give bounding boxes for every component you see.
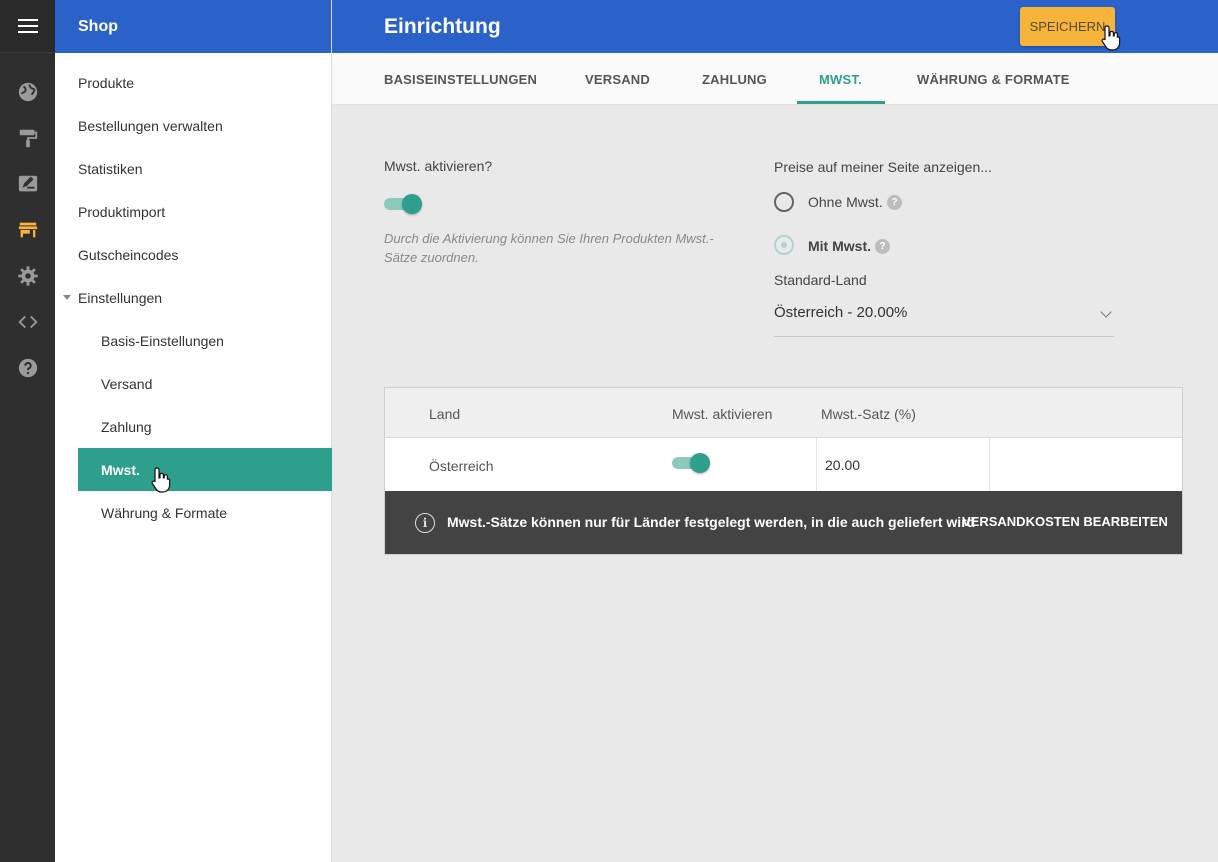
column-header-mwst-aktivieren: Mwst. aktivieren [672, 406, 773, 422]
hand-cursor-icon [151, 467, 171, 493]
vat-table: Land Mwst. aktivieren Mwst.-Satz (%) Öst… [384, 387, 1183, 555]
toggle-thumb [690, 453, 710, 473]
sidebar-item-label: Produkte [78, 74, 135, 91]
vat-enable-hint: Durch die Aktivierung können Sie Ihren P… [384, 231, 714, 265]
help-icon[interactable]: ? [875, 239, 890, 254]
default-country-label: Standard-Land [774, 272, 867, 288]
tab-mwst[interactable]: MWST. [819, 53, 862, 105]
row-country: Österreich [429, 458, 494, 474]
tab-bar: BASISEINSTELLUNGEN VERSAND ZAHLUNG MWST.… [332, 53, 1218, 105]
default-country-value: Österreich - 20.00% [774, 304, 908, 321]
top-bar: Einrichtung SPEICHERN [332, 0, 1218, 53]
chevron-down-icon [1100, 306, 1112, 318]
default-country-select[interactable]: Österreich - 20.00% [774, 298, 1114, 337]
tab-basiseinstellungen[interactable]: BASISEINSTELLUNGEN [384, 53, 537, 105]
sidebar-item-label: Gutscheincodes [78, 246, 179, 263]
sidebar-item-produktimport[interactable]: Produktimport [55, 190, 332, 233]
radio-mit-mwst-label[interactable]: Mit Mwst. [808, 238, 871, 254]
active-tab-indicator [797, 101, 885, 104]
column-header-land: Land [429, 406, 461, 422]
sidebar-item-label: Bestellungen verwalten [78, 117, 223, 134]
sidebar-item-label: Produktimport [78, 203, 166, 220]
radio-ohne-mwst[interactable] [774, 192, 794, 212]
help-icon[interactable] [0, 353, 55, 383]
sidebar: Shop Produkte Bestellungen verwalten Sta… [55, 0, 332, 862]
sidebar-item-label: Mwst. [101, 461, 140, 478]
caret-down-icon [63, 295, 71, 300]
globe-icon[interactable] [0, 77, 55, 107]
row-rate-value: 20.00 [825, 457, 861, 473]
sidebar-item-mwst[interactable]: Mwst. [78, 448, 332, 491]
tab-waehrung-formate[interactable]: WÄHRUNG & FORMATE [917, 53, 1070, 105]
store-icon[interactable] [0, 215, 55, 245]
paint-roller-icon[interactable] [0, 123, 55, 153]
sidebar-item-bestellungen[interactable]: Bestellungen verwalten [55, 104, 332, 147]
sidebar-item-statistiken[interactable]: Statistiken [55, 147, 332, 190]
sidebar-item-produkte[interactable]: Produkte [55, 61, 332, 104]
edit-shipping-costs-link[interactable]: VERSANDKOSTEN BEARBEITEN [962, 514, 1168, 529]
row-vat-toggle[interactable] [672, 452, 712, 474]
sidebar-item-zahlung[interactable]: Zahlung [55, 405, 332, 448]
sidebar-item-label: Statistiken [78, 160, 143, 177]
notice-bar: i Mwst.-Sätze können nur für Länder fest… [385, 491, 1182, 554]
notice-message: Mwst.-Sätze können nur für Länder festge… [447, 514, 976, 530]
vat-enable-toggle[interactable] [384, 193, 424, 215]
prices-display-label: Preise auf meiner Seite anzeigen... [774, 159, 992, 175]
table-row: Österreich 20.00 [385, 438, 1182, 491]
sidebar-item-label: Währung & Formate [101, 504, 228, 521]
code-icon[interactable] [0, 307, 55, 337]
row-rate-input[interactable]: 20.00 [816, 438, 990, 491]
hand-cursor-icon [1101, 25, 1121, 51]
sidebar-item-basis-einstellungen[interactable]: Basis-Einstellungen [55, 319, 332, 362]
help-icon[interactable]: ? [887, 195, 902, 210]
edit-icon[interactable] [0, 169, 55, 199]
sidebar-item-versand[interactable]: Versand [55, 362, 332, 405]
column-header-mwst-satz: Mwst.-Satz (%) [821, 406, 916, 422]
sidebar-title: Shop [55, 0, 331, 53]
radio-mit-mwst[interactable] [774, 235, 794, 255]
sidebar-item-einstellungen[interactable]: Einstellungen [55, 276, 332, 319]
sidebar-item-label: Zahlung [101, 418, 152, 435]
sidebar-item-label: Basis-Einstellungen [101, 332, 224, 349]
table-header: Land Mwst. aktivieren Mwst.-Satz (%) [385, 388, 1182, 438]
sidebar-item-label: Versand [101, 375, 153, 392]
tab-versand[interactable]: VERSAND [585, 53, 650, 105]
sidebar-item-waehrung-formate[interactable]: Währung & Formate [55, 491, 332, 534]
tab-zahlung[interactable]: ZAHLUNG [702, 53, 767, 105]
sidebar-item-gutscheincodes[interactable]: Gutscheincodes [55, 233, 332, 276]
info-icon: i [415, 513, 435, 533]
page-title: Einrichtung [384, 15, 501, 38]
vat-enable-label: Mwst. aktivieren? [384, 158, 493, 174]
gear-icon[interactable] [0, 261, 55, 291]
toggle-thumb [402, 194, 422, 214]
menu-icon[interactable] [0, 0, 55, 53]
radio-ohne-mwst-label[interactable]: Ohne Mwst. [808, 194, 883, 210]
icon-rail [0, 0, 55, 862]
sidebar-item-label: Einstellungen [78, 289, 163, 306]
